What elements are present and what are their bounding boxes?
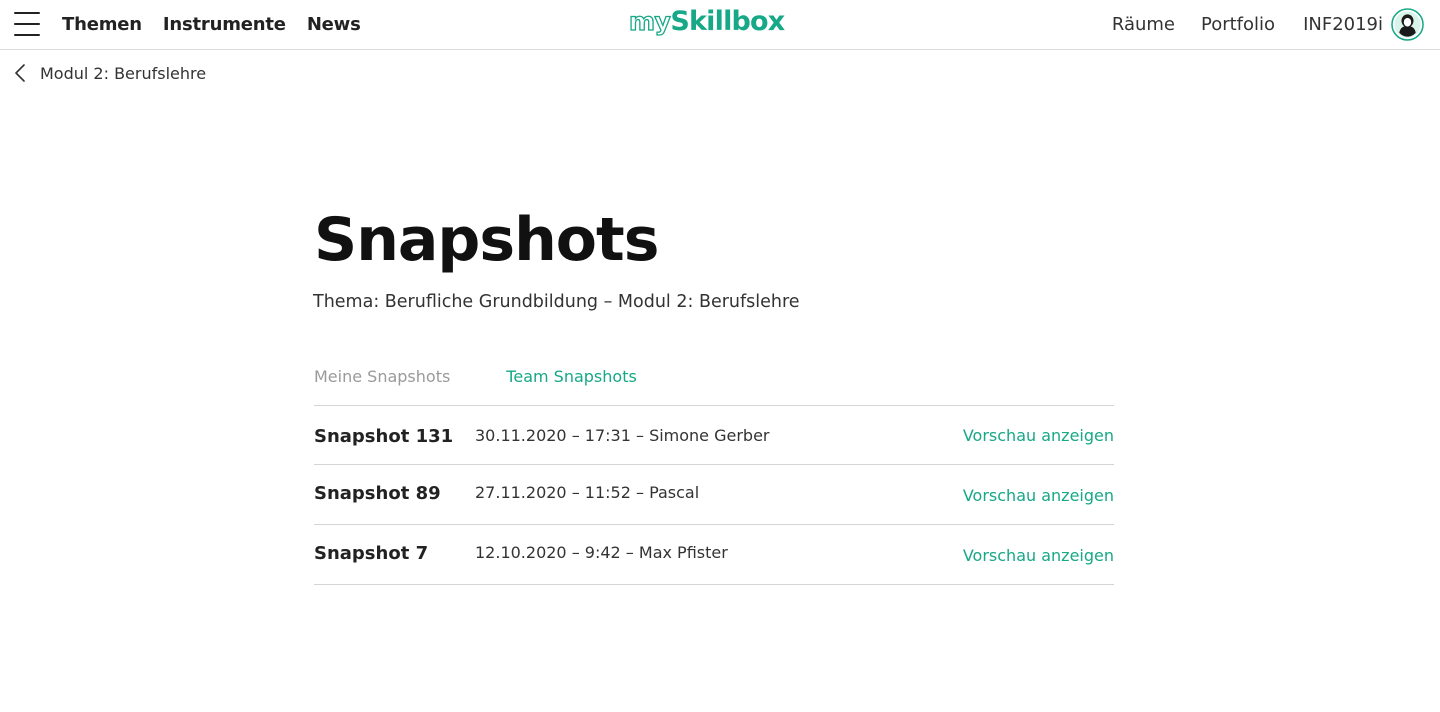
preview-link[interactable]: Vorschau anzeigen	[963, 546, 1114, 565]
breadcrumb-label: Modul 2: Berufslehre	[40, 63, 207, 83]
snapshot-title: Snapshot 131	[314, 426, 454, 447]
snapshot-meta: 12.10.2020 – 9:42 – Max Pfister	[475, 543, 728, 562]
page-subtitle: Thema: Berufliche Grundbildung – Modul 2…	[313, 292, 800, 312]
snapshot-title: Snapshot 89	[314, 483, 441, 504]
main-nav: Themen Instrumente News	[62, 0, 361, 49]
nav-item-raeume[interactable]: Räume	[1112, 14, 1175, 35]
snapshot-list: Snapshot 131 30.11.2020 – 17:31 – Simone…	[314, 405, 1114, 585]
breadcrumb-back-link[interactable]: Modul 2: Berufslehre	[13, 61, 206, 85]
snapshot-row: Snapshot 89 27.11.2020 – 11:52 – Pascal …	[314, 465, 1114, 525]
top-navigation-bar: Themen Instrumente News my Skillbox Räum…	[0, 0, 1440, 50]
class-selector[interactable]: INF2019i	[1303, 14, 1383, 35]
user-nav: Räume Portfolio INF2019i	[1086, 0, 1424, 49]
snapshot-title: Snapshot 7	[314, 543, 429, 564]
preview-link[interactable]: Vorschau anzeigen	[963, 486, 1114, 505]
snapshots-page: Snapshots Thema: Berufliche Grundbildung…	[313, 200, 1114, 585]
snapshot-tabs: Meine Snapshots Team Snapshots	[314, 362, 1114, 390]
user-avatar-icon[interactable]	[1391, 8, 1424, 41]
chevron-left-icon	[15, 64, 25, 82]
logo-name: Skillbox	[670, 6, 785, 37]
logo-prefix: my	[628, 6, 671, 36]
tab-meine-snapshots[interactable]: Meine Snapshots	[314, 367, 450, 386]
page-title: Snapshots	[314, 205, 659, 275]
tab-team-snapshots[interactable]: Team Snapshots	[506, 367, 637, 386]
snapshot-row: Snapshot 7 12.10.2020 – 9:42 – Max Pfist…	[314, 525, 1114, 585]
snapshot-meta: 30.11.2020 – 17:31 – Simone Gerber	[475, 426, 770, 445]
hamburger-menu-icon[interactable]	[14, 11, 40, 37]
nav-item-news[interactable]: News	[307, 14, 361, 35]
nav-item-themen[interactable]: Themen	[62, 14, 142, 35]
nav-item-instrumente[interactable]: Instrumente	[163, 14, 286, 35]
myskillbox-logo[interactable]: my Skillbox	[628, 6, 785, 42]
snapshot-row: Snapshot 131 30.11.2020 – 17:31 – Simone…	[314, 406, 1114, 465]
nav-item-portfolio[interactable]: Portfolio	[1201, 14, 1275, 35]
snapshot-meta: 27.11.2020 – 11:52 – Pascal	[475, 483, 700, 502]
preview-link[interactable]: Vorschau anzeigen	[963, 426, 1114, 445]
